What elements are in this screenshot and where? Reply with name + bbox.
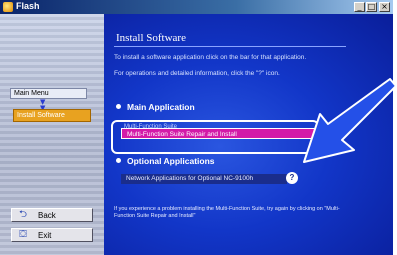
section-main-title: Main Application — [127, 102, 195, 112]
close-button[interactable]: × — [379, 2, 390, 12]
main-menu-link[interactable]: Main Menu — [10, 88, 87, 99]
minimize-button[interactable]: _ — [354, 2, 365, 12]
pointer-arrow-icon — [303, 78, 397, 163]
section-optional-applications: Optional Applications — [116, 156, 215, 166]
help-icon[interactable]: ? — [286, 172, 298, 184]
flash-app-icon — [3, 2, 13, 12]
back-arrow-icon: ⮌ — [18, 209, 27, 220]
back-label: Back — [38, 211, 56, 220]
sidebar: Main Menu ▼ ▼ Install Software ⮌ Back ⛋ E… — [0, 14, 104, 255]
instruction-line-2: For operations and detailed information,… — [114, 70, 280, 77]
section-main-application: Main Application — [116, 102, 195, 112]
back-button[interactable]: ⮌ Back — [11, 208, 93, 222]
footer-note: If you experience a problem installing t… — [114, 206, 340, 219]
exit-button[interactable]: ⛋ Exit — [11, 228, 93, 242]
title-bar: Flash _ □ × — [0, 0, 393, 14]
section-optional-title: Optional Applications — [127, 156, 215, 166]
exit-label: Exit — [38, 231, 52, 240]
page-title: Install Software — [116, 32, 186, 44]
bullet-icon — [116, 158, 121, 163]
sidebar-item-install-software[interactable]: Install Software — [13, 109, 91, 122]
window-title: Flash — [16, 1, 40, 11]
title-divider — [114, 46, 346, 47]
exit-icon: ⛋ — [19, 229, 27, 240]
network-applications-bar[interactable]: Network Applications for Optional NC-910… — [121, 174, 287, 184]
bullet-icon — [116, 104, 121, 109]
instruction-line-1: To install a software application click … — [114, 54, 307, 61]
maximize-button[interactable]: □ — [366, 2, 377, 12]
repair-install-bar[interactable]: Multi-Function Suite Repair and Install — [121, 128, 317, 139]
